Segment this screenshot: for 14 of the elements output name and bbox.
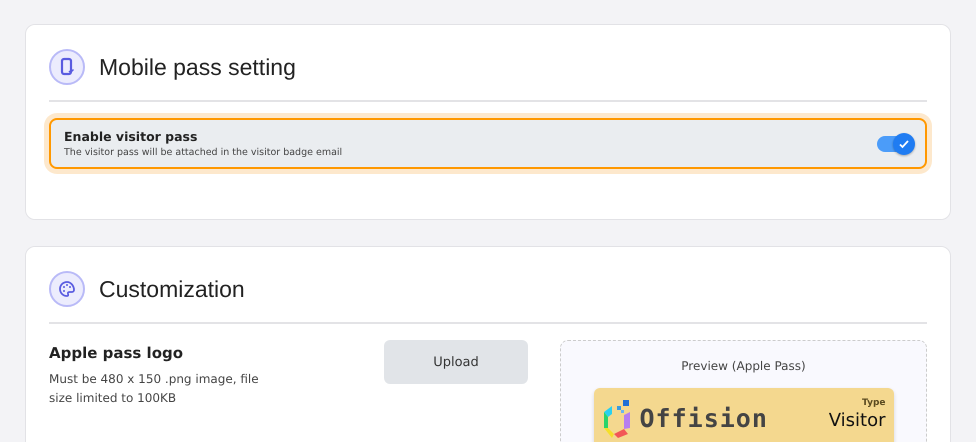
check-icon (898, 138, 910, 150)
upload-button[interactable]: Upload (384, 340, 528, 384)
preview-title: Preview (Apple Pass) (681, 359, 806, 373)
toggle-description: The visitor pass will be attached in the visitor badge email (64, 147, 342, 158)
type-label: Type (861, 398, 886, 408)
type-value: Visitor (828, 410, 886, 431)
phone-icon (49, 49, 85, 85)
setting-description: Must be 480 x 150 .png image, file size limited to 100KB (49, 371, 260, 407)
palette-icon (49, 271, 85, 307)
section-title: Customization (99, 276, 245, 302)
toggle-label: Enable visitor pass (64, 129, 198, 144)
section-title: Mobile pass setting (99, 54, 296, 80)
logo-text: Offision (640, 404, 768, 433)
setting-label: Apple pass logo (49, 344, 184, 362)
